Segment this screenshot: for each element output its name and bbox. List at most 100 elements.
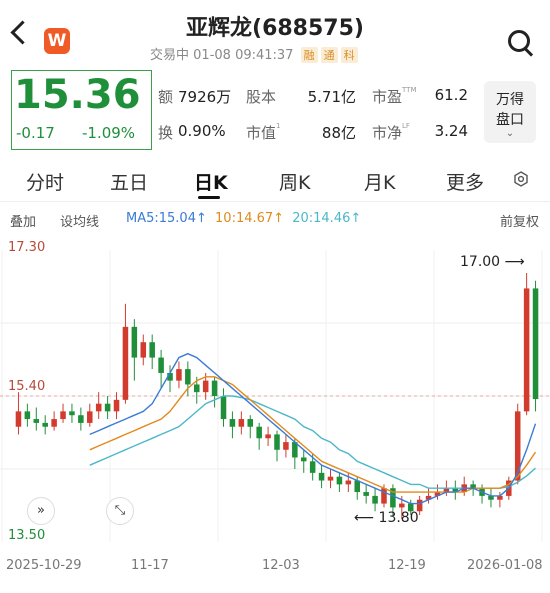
candle-body: [220, 396, 227, 420]
ma5-value: MA5:15.04: [126, 211, 196, 226]
tag-star: 科: [340, 47, 358, 63]
candle-body: [131, 326, 138, 358]
y-top-label: 17.30: [8, 240, 46, 255]
candle: [238, 411, 245, 435]
candle-body: [300, 457, 307, 462]
candle: [229, 411, 236, 439]
candle-body: [60, 411, 66, 420]
arrow-left-icon: ⟵: [354, 510, 375, 526]
ma-legend: MA5:15.04↑ 10:14.67↑ 20:14.46↑: [126, 211, 361, 226]
candle: [488, 488, 494, 508]
candle: [247, 415, 254, 439]
candle: [122, 303, 129, 404]
pe-label: 市盈TTM: [372, 86, 417, 106]
candle: [523, 273, 530, 416]
wande-line2: 盘口: [496, 112, 524, 128]
candle-body: [42, 422, 48, 427]
overlay-button[interactable]: 叠加: [10, 211, 36, 230]
price-change: -0.17: [16, 124, 55, 142]
candle-body: [95, 403, 102, 412]
candle: [327, 469, 334, 489]
search-icon[interactable]: [508, 30, 530, 52]
candle-body: [514, 411, 521, 481]
candle: [274, 430, 280, 462]
pe-value: 61.2: [434, 86, 468, 104]
candle-body: [104, 403, 111, 412]
low-marker: ⟵ 13.80: [354, 510, 419, 526]
y-bottom-label: 13.50: [8, 528, 46, 543]
kline-chart[interactable]: [0, 236, 550, 556]
tab-monthly-k[interactable]: 月K: [364, 168, 395, 195]
candle-body: [140, 342, 147, 358]
candle-body: [247, 419, 254, 427]
candle-body: [122, 326, 129, 400]
pb-label: 市净LF: [372, 122, 410, 142]
candle-body: [149, 342, 155, 358]
ma10-value: 10:14.67: [215, 211, 274, 226]
pb-value: 3.24: [434, 122, 468, 140]
candle: [158, 349, 164, 389]
capital-label: 股本: [246, 88, 277, 106]
candle: [532, 280, 539, 412]
tab-more[interactable]: 更多: [446, 168, 484, 195]
candle-body: [372, 495, 378, 504]
candle: [220, 388, 227, 427]
ma10-arrow-icon: ↑: [273, 211, 285, 226]
candle: [87, 403, 93, 427]
active-tab-indicator: [198, 196, 220, 199]
price-change-pct: -1.09%: [82, 124, 136, 142]
amount-label: 额: [158, 88, 174, 106]
candle: [336, 472, 343, 493]
candle-body: [202, 380, 209, 393]
wande-panel-button[interactable]: 万得 盘口 ⌄: [484, 81, 536, 143]
tab-five-day[interactable]: 五日: [110, 168, 148, 195]
candle-body: [354, 480, 361, 493]
candle-body: [193, 384, 200, 393]
amount-value: 7926万: [178, 88, 232, 106]
candle: [363, 484, 369, 504]
candle-body: [345, 480, 352, 485]
pe-sup: TTM: [402, 86, 417, 94]
page-title: 亚辉龙(688575): [186, 16, 364, 41]
expand-button[interactable]: »: [27, 497, 55, 525]
candle: [176, 361, 182, 389]
candle: [283, 434, 289, 458]
candle: [149, 334, 155, 370]
candle-body: [336, 476, 343, 485]
candle-body: [318, 472, 325, 481]
candle-body: [51, 419, 57, 427]
candle: [452, 480, 459, 500]
tag-connect: 通: [320, 47, 338, 63]
chevron-down-icon: ⌄: [505, 128, 515, 139]
fullscreen-button[interactable]: ⤡: [106, 497, 134, 525]
status-text: 交易中: [150, 48, 190, 63]
x-tick-4: 2026-01-08: [467, 558, 543, 573]
candle-body: [265, 434, 271, 439]
candle-body: [363, 492, 369, 496]
wande-line1: 万得: [496, 92, 524, 108]
x-tick-2: 12-03: [262, 558, 300, 573]
candle: [211, 376, 218, 408]
set-ma-button[interactable]: 设均线: [60, 211, 99, 230]
mcap-label: 市值1: [246, 122, 281, 142]
ma20-value: 20:14.46: [292, 211, 351, 226]
adjust-button[interactable]: 前复权: [500, 211, 539, 230]
settings-icon[interactable]: [513, 171, 529, 187]
candle-body: [309, 461, 316, 473]
candle-body: [532, 288, 539, 400]
tab-intraday[interactable]: 分时: [26, 168, 64, 195]
candle-body: [256, 426, 262, 439]
candle: [461, 476, 467, 496]
ma20-arrow-icon: ↑: [350, 211, 362, 226]
candle: [60, 403, 66, 423]
candle-body: [327, 476, 334, 481]
mcap-sup: 1: [276, 122, 281, 130]
tab-daily-k[interactable]: 日K: [194, 168, 228, 195]
x-tick-1: 11-17: [131, 558, 169, 573]
candle-body: [24, 411, 31, 420]
candle-body: [211, 380, 218, 396]
tab-weekly-k[interactable]: 周K: [279, 168, 310, 195]
candle-body: [113, 399, 120, 412]
high-marker: 17.00 ⟶: [460, 254, 525, 270]
ma5-line: [89, 352, 537, 505]
